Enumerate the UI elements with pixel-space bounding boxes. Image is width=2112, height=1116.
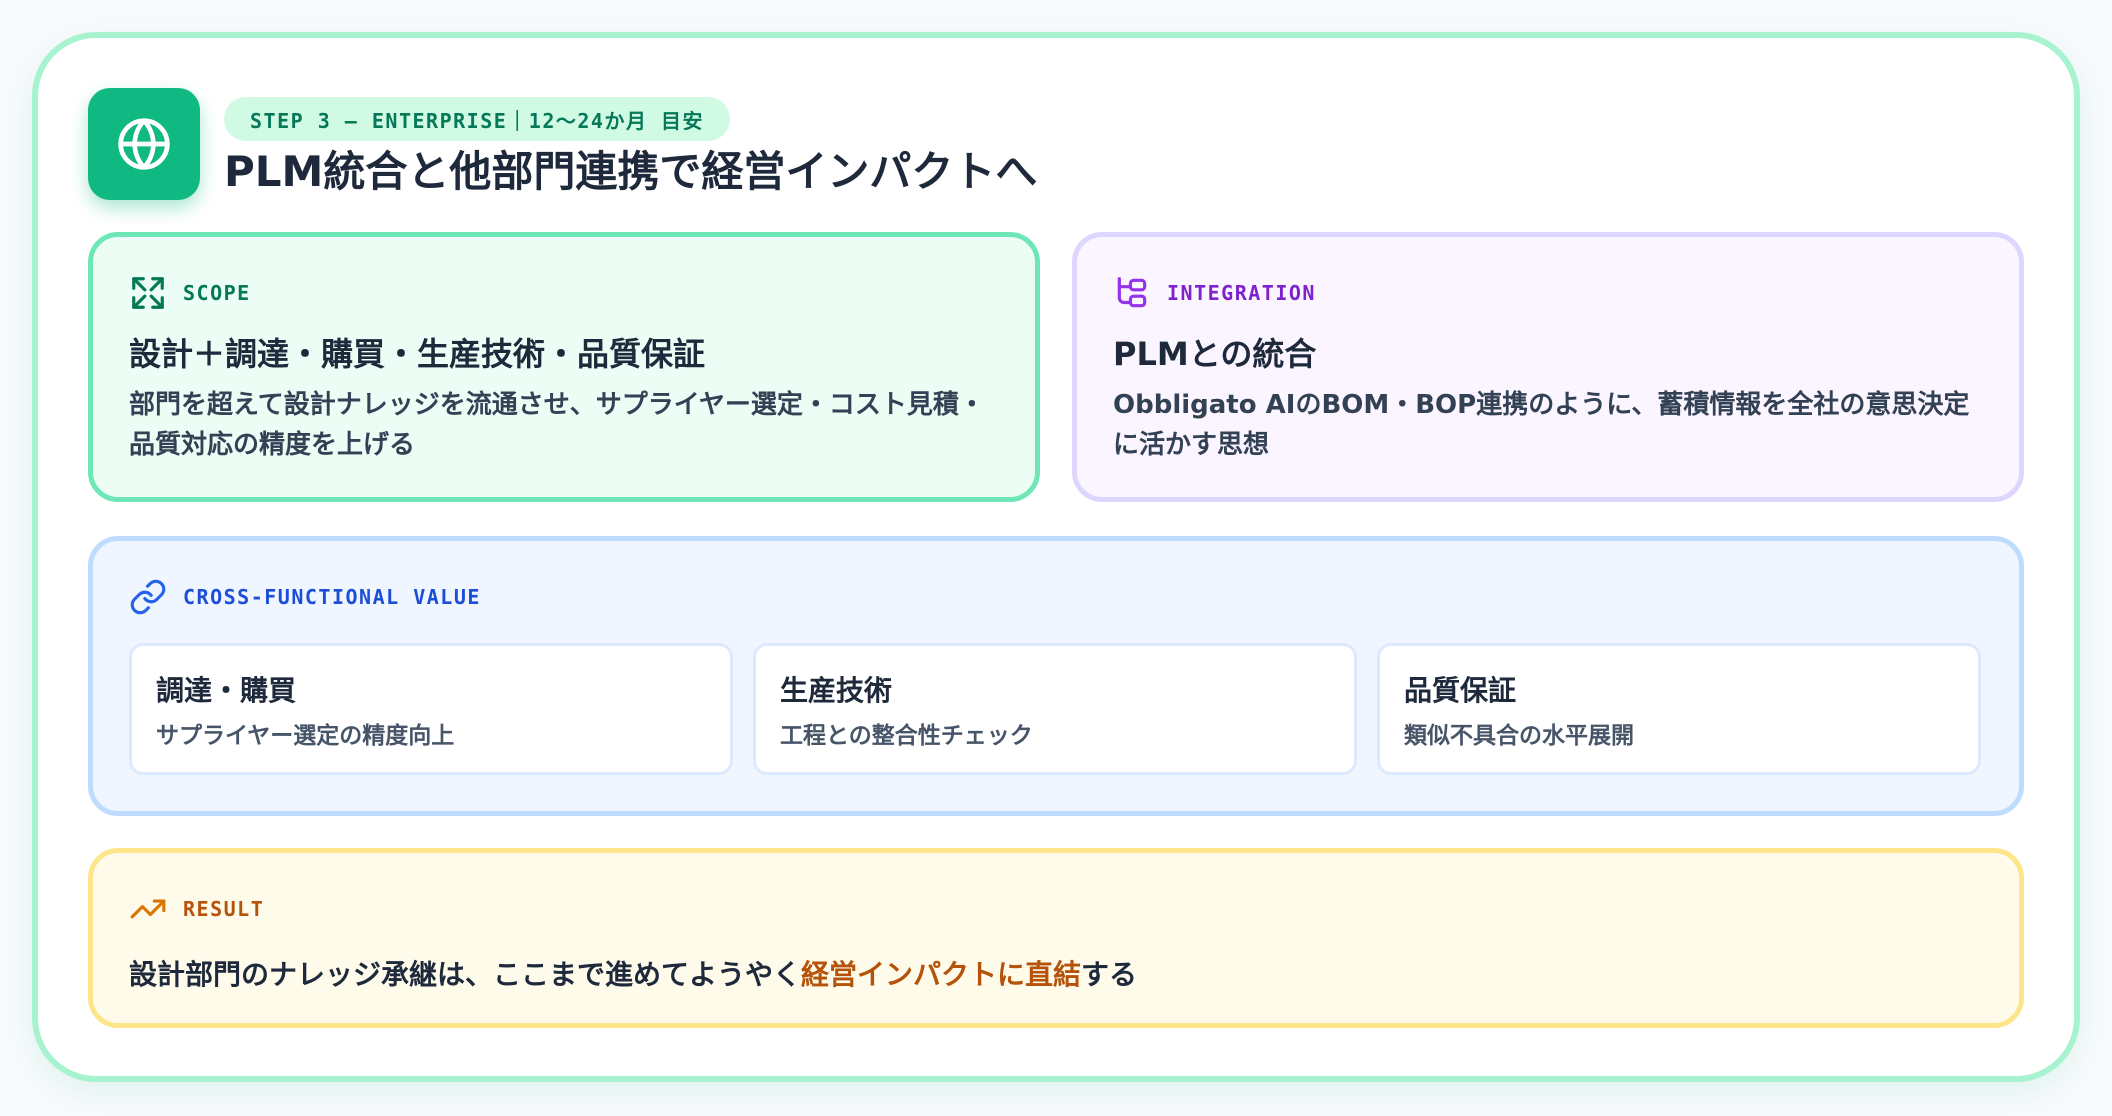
scope-label: SCOPE [183,281,251,305]
result-text-before: 設計部門のナレッジ承継は、ここまで進めてようやく [129,958,802,991]
value-card-title: 調達・購買 [156,674,297,707]
result-panel: RESULT 設計部門のナレッジ承継は、ここまで進めてようやく経営インパクトに直… [88,848,2024,1028]
result-text: 設計部門のナレッジ承継は、ここまで進めてようやく経営インパクトに直結する [129,955,1137,995]
step-badge: STEP 3 – ENTERPRISE｜12〜24か月 目安 [224,97,730,141]
result-highlight: 経営インパクトに直結 [801,958,1082,991]
value-card-procurement: 調達・購買 サプライヤー選定の精度向上 [129,643,733,775]
result-label: RESULT [183,897,265,921]
integration-title: PLMとの統合 [1113,335,1317,373]
scope-panel: SCOPE 設計＋調達・購買・生産技術・品質保証 部門を超えて設計ナレッジを流通… [88,232,1040,502]
expand-icon [132,277,164,309]
value-card-description: 類似不具合の水平展開 [1404,723,1634,749]
trending-up-icon [130,899,166,919]
value-card-description: サプライヤー選定の精度向上 [156,723,455,749]
cross-functional-panel: CROSS-FUNCTIONAL VALUE 調達・購買 サプライヤー選定の精度… [88,536,2024,816]
workflow-icon [1117,277,1147,308]
value-card-title: 品質保証 [1404,674,1517,707]
value-card-production-engineering: 生産技術 工程との整合性チェック [753,643,1357,775]
link-icon [130,579,166,615]
integration-label-row: INTEGRATION [1113,273,1316,313]
value-card-quality-assurance: 品質保証 類似不具合の水平展開 [1377,643,1981,775]
page-title: PLM統合と他部門連携で経営インパクトへ [224,147,1038,196]
integration-description: Obbligato AIのBOM・BOP連携のように、蓄積情報を全社の意思決定に… [1113,390,1970,460]
integration-label: INTEGRATION [1167,281,1316,305]
value-card-title: 生産技術 [780,674,893,707]
cross-functional-label-row: CROSS-FUNCTIONAL VALUE [129,577,481,617]
globe-icon-badge [88,88,200,200]
cross-functional-label: CROSS-FUNCTIONAL VALUE [183,585,481,609]
result-text-after: する [1081,958,1138,991]
scope-title: 設計＋調達・購買・生産技術・品質保証 [129,335,706,373]
result-label-row: RESULT [129,889,264,929]
scope-description: 部門を超えて設計ナレッジを流通させ、サプライヤー選定・コスト見積・品質対応の精度… [129,390,985,460]
globe-icon [118,118,170,170]
value-card-description: 工程との整合性チェック [780,723,1033,749]
scope-label-row: SCOPE [129,273,251,313]
integration-panel: INTEGRATION PLMとの統合 Obbligato AIのBOM・BOP… [1072,232,2024,502]
